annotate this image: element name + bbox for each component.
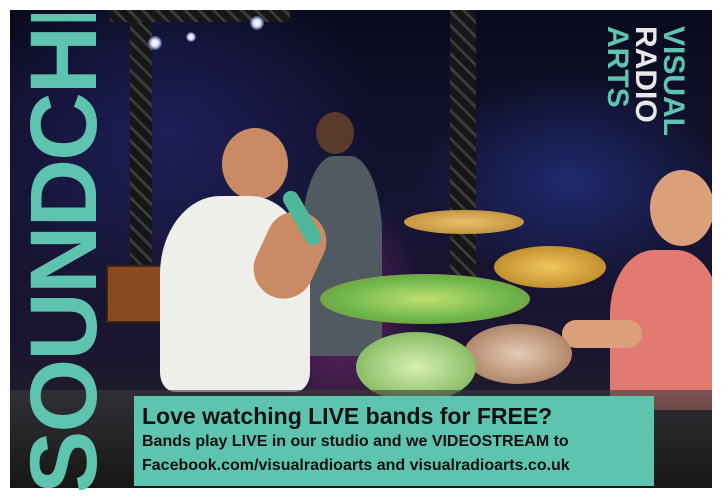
drummer-head bbox=[650, 170, 712, 246]
spotlight bbox=[250, 16, 264, 30]
cymbal bbox=[494, 246, 606, 288]
spotlight bbox=[148, 36, 162, 50]
advert-frame: SOUNDCHECK VISUAL RADIO ARTS Love watchi… bbox=[0, 0, 722, 498]
soundcheck-title-text: SOUNDCHECK bbox=[24, 14, 114, 490]
amplifier bbox=[106, 265, 166, 323]
lighting-truss-right bbox=[450, 10, 476, 310]
soundcheck-title: SOUNDCHECK bbox=[24, 14, 114, 490]
cymbal bbox=[404, 210, 524, 234]
guitarist-head bbox=[316, 112, 354, 154]
spotlight bbox=[186, 32, 196, 42]
logo-word-radio: RADIO bbox=[629, 26, 662, 123]
banner-line-2: Facebook.com/visualradioarts and visualr… bbox=[142, 457, 570, 474]
snare-drum bbox=[464, 324, 572, 384]
promo-banner: Love watching LIVE bands for FREE? Bands… bbox=[134, 396, 654, 486]
singer-head bbox=[222, 128, 288, 200]
banner-line-1: Bands play LIVE in our studio and we VID… bbox=[142, 433, 569, 450]
visual-radio-arts-logo: VISUAL RADIO ARTS bbox=[592, 22, 702, 142]
banner-headline: Love watching LIVE bands for FREE? bbox=[142, 403, 553, 429]
cymbal bbox=[320, 274, 530, 324]
lighting-truss-left bbox=[130, 10, 152, 270]
drummer-arm bbox=[562, 320, 642, 348]
logo-word-visual: VISUAL bbox=[657, 26, 690, 137]
logo-word-arts: ARTS bbox=[601, 26, 634, 108]
